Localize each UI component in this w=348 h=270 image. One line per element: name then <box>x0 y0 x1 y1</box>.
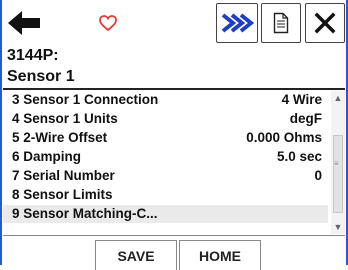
list-item-label: 6 Damping <box>12 149 82 164</box>
list-item-value: degF <box>289 111 322 126</box>
list-item-value: 4 Wire <box>281 92 322 107</box>
bottom-bar: SAVE HOME <box>3 237 345 270</box>
list-item-label: 9 Sensor Matching-C... <box>12 206 158 221</box>
document-icon <box>273 12 289 34</box>
scroll-down-arrow-icon[interactable]: ▼ <box>331 220 345 234</box>
toolbar <box>3 3 345 45</box>
heart-icon <box>99 15 117 31</box>
list-item[interactable]: 3 Sensor 1 Connection 4 Wire <box>3 91 328 109</box>
home-button[interactable]: HOME <box>179 240 261 270</box>
list-item-label: 8 Sensor Limits <box>12 187 113 202</box>
list-item-value: 0.000 Ohms <box>246 130 322 145</box>
scroll-grip-icon: ≡ <box>334 159 339 168</box>
list-item[interactable]: 7 Serial Number 0 <box>3 167 328 185</box>
list-item-label: 5 2-Wire Offset <box>12 130 108 145</box>
fast-forward-icon <box>221 13 254 33</box>
close-icon <box>314 12 336 34</box>
back-button[interactable] <box>3 3 45 43</box>
menu-list: 3 Sensor 1 Connection 4 Wire 4 Sensor 1 … <box>3 91 328 233</box>
list-item-label: 4 Sensor 1 Units <box>12 111 118 126</box>
list-item[interactable]: 4 Sensor 1 Units degF <box>3 110 328 128</box>
footer-divider <box>3 235 345 236</box>
document-button[interactable] <box>261 3 301 43</box>
list-item-label: 7 Serial Number <box>12 168 115 183</box>
save-button[interactable]: SAVE <box>95 240 177 270</box>
list-item-value: 5.0 sec <box>276 149 322 164</box>
fast-key-button[interactable] <box>216 3 258 43</box>
close-button[interactable] <box>305 3 345 43</box>
list-item[interactable]: 5 2-Wire Offset 0.000 Ohms <box>3 129 328 147</box>
list-item-label: 3 Sensor 1 Connection <box>12 92 159 107</box>
list-item[interactable]: 8 Sensor Limits <box>3 186 328 204</box>
favorite-button[interactable] <box>87 3 129 43</box>
list-item-selected[interactable]: 9 Sensor Matching-C... <box>3 205 328 223</box>
left-border <box>0 0 2 265</box>
vertical-scrollbar[interactable]: ▲ ≡ ▼ <box>331 91 345 234</box>
app-window: 3144P: Sensor 1 3 Sensor 1 Connection 4 … <box>0 0 348 270</box>
page-title: Sensor 1 <box>7 68 75 85</box>
scroll-up-arrow-icon[interactable]: ▲ <box>331 91 345 105</box>
back-arrow-icon <box>8 11 40 35</box>
list-item-value: 0 <box>314 168 322 183</box>
header-divider <box>3 88 345 90</box>
scroll-thumb[interactable] <box>333 135 343 213</box>
list-item[interactable]: 6 Damping 5.0 sec <box>3 148 328 166</box>
device-tag: 3144P: <box>7 47 59 64</box>
